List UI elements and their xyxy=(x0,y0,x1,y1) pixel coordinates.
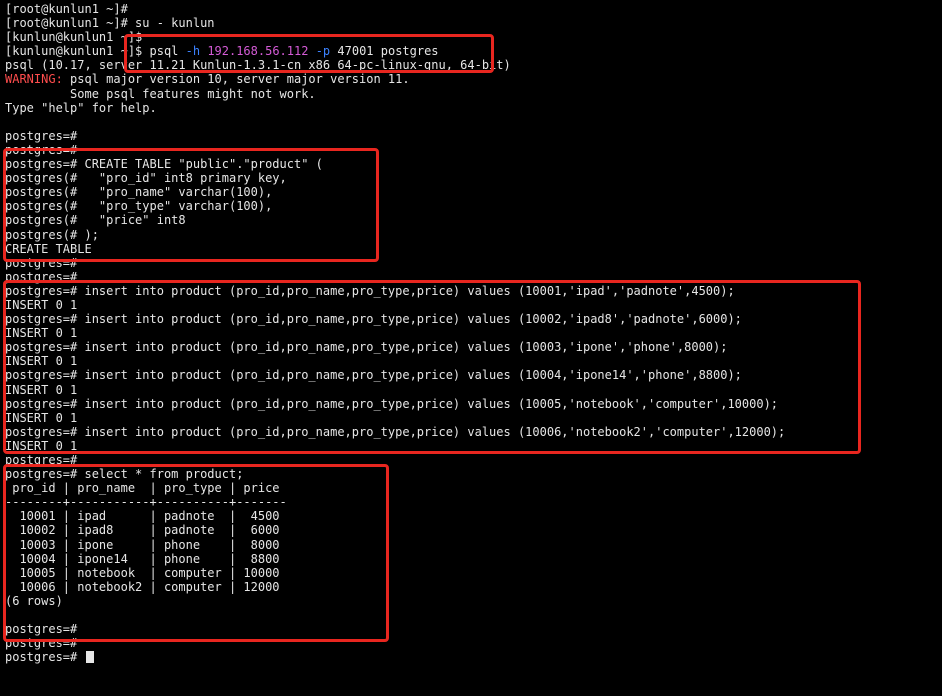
terminal-line: [root@kunlun1 ~]# xyxy=(5,2,128,16)
create-table-line: postgres(# "price" int8 xyxy=(5,213,186,228)
row-count: (6 rows) xyxy=(5,593,63,608)
insert-result-line: INSERT 0 1 xyxy=(5,354,78,369)
select-command-line: postgres=# select * from product; xyxy=(5,467,244,482)
create-table-line: postgres(# "pro_id" int8 primary key, xyxy=(5,171,287,186)
port-flag: -p xyxy=(315,44,331,59)
warning-label: WARNING: xyxy=(5,72,63,87)
terminal-line: postgres=# xyxy=(5,255,78,270)
create-table-line: postgres=# CREATE TABLE "public"."produc… xyxy=(5,157,323,172)
active-prompt: postgres=# xyxy=(5,650,85,665)
terminal-line: postgres=# xyxy=(5,453,78,467)
result-table-row: 10004 | ipone14 | phone | 8800 xyxy=(5,551,280,566)
terminal-window[interactable]: [root@kunlun1 ~]# [root@kunlun1 ~]# su -… xyxy=(0,0,942,696)
result-table-row: 10001 | ipad | padnote | 4500 xyxy=(5,509,280,524)
insert-result-line: INSERT 0 1 xyxy=(5,438,78,453)
insert-command-line: postgres=# insert into product (pro_id,p… xyxy=(5,312,742,327)
port-and-database: 47001 postgres xyxy=(337,44,439,59)
result-table-row: 10006 | notebook2 | computer | 12000 xyxy=(5,579,280,594)
insert-command-line: postgres=# insert into product (pro_id,p… xyxy=(5,340,728,355)
terminal-line: Type "help" for help. xyxy=(5,100,157,115)
active-prompt-line[interactable]: postgres=# xyxy=(5,650,942,664)
terminal-line: postgres=# xyxy=(5,269,78,284)
terminal-line: [root@kunlun1 ~]# su - kunlun xyxy=(5,16,215,31)
result-table-row: 10003 | ipone | phone | 8000 xyxy=(5,537,280,552)
text-cursor xyxy=(86,651,95,664)
result-table-row: 10002 | ipad8 | padnote | 6000 xyxy=(5,523,280,538)
insert-result-line: INSERT 0 1 xyxy=(5,297,78,312)
psql-command-prefix: [kunlun@kunlun1 ~]$ psql xyxy=(5,44,186,59)
terminal-output: [root@kunlun1 ~]# [root@kunlun1 ~]# su -… xyxy=(5,2,942,664)
host-address: 192.168.56.112 xyxy=(207,44,309,59)
psql-command-line: [kunlun@kunlun1 ~]$ psql -h 192.168.56.1… xyxy=(5,44,942,58)
warning-text: psql major version 10, server major vers… xyxy=(62,72,410,87)
terminal-line: postgres=# xyxy=(5,128,78,143)
terminal-line: [kunlun@kunlun1 ~]$ xyxy=(5,30,143,45)
terminal-line: postgres=# xyxy=(5,636,78,651)
create-table-result: CREATE TABLE xyxy=(5,241,92,256)
insert-result-line: INSERT 0 1 xyxy=(5,410,78,425)
insert-command-line: postgres=# insert into product (pro_id,p… xyxy=(5,368,742,383)
create-table-line: postgres(# ); xyxy=(5,227,99,242)
insert-command-line: postgres=# insert into product (pro_id,p… xyxy=(5,396,779,411)
terminal-line: Some psql features might not work. xyxy=(5,86,316,101)
insert-result-line: INSERT 0 1 xyxy=(5,326,78,341)
warning-line: WARNING: psql major version 10, server m… xyxy=(5,72,942,86)
result-table-header: pro_id | pro_name | pro_type | price xyxy=(5,481,280,496)
insert-command-line: postgres=# insert into product (pro_id,p… xyxy=(5,424,786,439)
create-table-line: postgres(# "pro_name" varchar(100), xyxy=(5,185,273,200)
insert-command-line: postgres=# insert into product (pro_id,p… xyxy=(5,283,735,298)
insert-result-line: INSERT 0 1 xyxy=(5,382,78,397)
terminal-line: postgres=# xyxy=(5,622,78,637)
host-flag: -h xyxy=(185,44,201,59)
terminal-line: psql (10.17, server 11.21 Kunlun-1.3.1-c… xyxy=(5,58,511,73)
terminal-line: postgres=# xyxy=(5,142,78,157)
result-table-divider: --------+-----------+----------+------- xyxy=(5,495,287,510)
result-table-row: 10005 | notebook | computer | 10000 xyxy=(5,565,280,580)
create-table-line: postgres(# "pro_type" varchar(100), xyxy=(5,199,273,214)
